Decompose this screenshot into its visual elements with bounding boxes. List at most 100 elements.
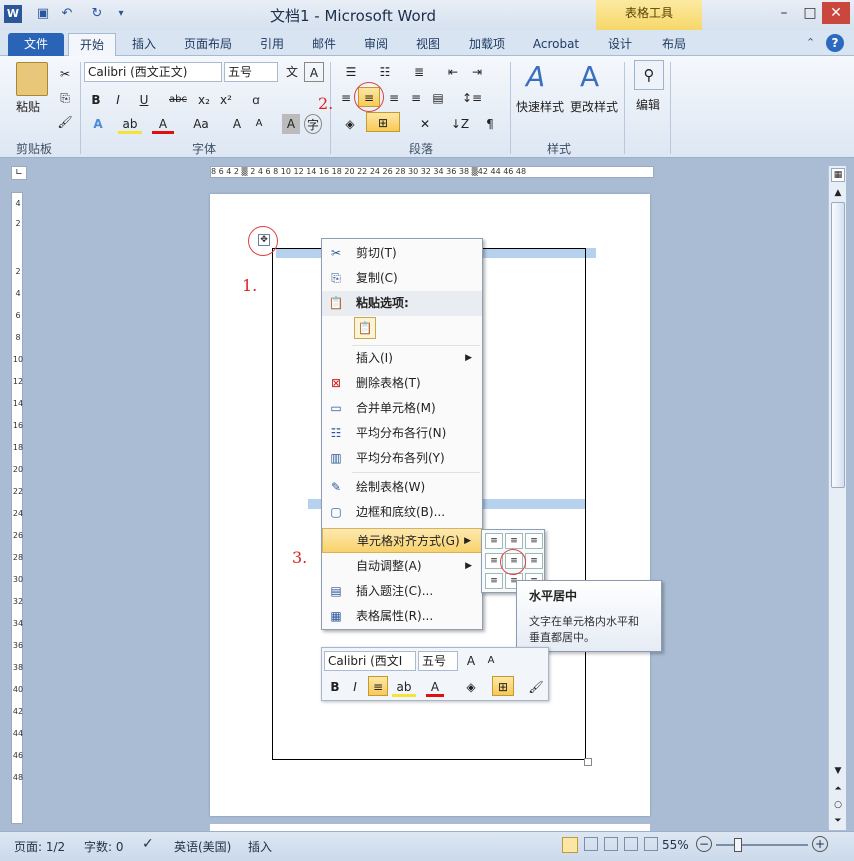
strikethrough-icon[interactable]: abc — [166, 90, 190, 110]
phonetic-guide-icon[interactable]: 文 — [282, 62, 302, 82]
menu-item-insert[interactable]: 插入(I) ▶ — [322, 346, 482, 371]
char-shading-icon[interactable]: A — [282, 114, 300, 134]
undo-icon[interactable]: ↶ — [58, 5, 76, 23]
change-styles-icon[interactable]: A — [580, 60, 599, 93]
increase-indent-icon[interactable]: ⇥ — [466, 62, 488, 82]
mini-borders-icon[interactable]: ⊞ — [492, 676, 514, 696]
chinese-layout-icon[interactable]: ✕ — [410, 114, 440, 134]
enclose-char-icon[interactable]: 字 — [304, 114, 322, 134]
paste-button-label[interactable]: 粘贴 — [16, 98, 40, 115]
outline-view-icon[interactable] — [624, 837, 638, 851]
numbering-icon[interactable]: ☷ — [370, 62, 400, 82]
full-screen-view-icon[interactable] — [584, 837, 598, 851]
subscript-icon[interactable]: x₂ — [194, 90, 214, 110]
menu-item-distribute-cols[interactable]: ▥ 平均分布各列(Y) — [322, 446, 482, 471]
table-resize-handle[interactable] — [584, 758, 592, 766]
menu-item-table-properties[interactable]: ▦ 表格属性(R)... — [322, 604, 482, 629]
page-count[interactable]: 页面: 1/2 — [14, 838, 65, 855]
cut-icon[interactable]: ✂ — [56, 64, 74, 84]
tab-acrobat[interactable]: Acrobat — [526, 33, 586, 56]
proofing-icon[interactable]: ✓ — [142, 836, 154, 852]
distributed-icon[interactable]: ▤ — [428, 88, 448, 108]
decrease-indent-icon[interactable]: ⇤ — [442, 62, 464, 82]
mini-center-icon[interactable]: ≡ — [368, 676, 388, 696]
next-page-icon[interactable]: ⏷ — [831, 814, 845, 828]
customize-qat-icon[interactable]: ▾ — [112, 5, 130, 23]
help-icon[interactable]: ? — [826, 34, 844, 52]
tab-design[interactable]: 设计 — [598, 33, 642, 56]
close-icon[interactable]: ✕ — [822, 2, 850, 24]
mini-bold-icon[interactable]: B — [326, 677, 344, 697]
zoom-in-icon[interactable]: + — [812, 836, 828, 852]
tab-layout[interactable]: 布局 — [652, 33, 696, 56]
menu-item-insert-caption[interactable]: ▤ 插入题注(C)... — [322, 579, 482, 604]
draft-view-icon[interactable] — [644, 837, 658, 851]
format-painter-icon[interactable]: 🖌 — [56, 112, 74, 132]
tab-selector[interactable]: ∟ — [11, 166, 27, 180]
shrink-font-icon[interactable]: A — [250, 114, 268, 134]
shading-icon[interactable]: ◈ — [336, 114, 364, 134]
tab-home[interactable]: 开始 — [68, 33, 116, 56]
minimize-ribbon-icon[interactable]: ⌃ — [806, 36, 815, 49]
change-case-icon[interactable]: Aa — [188, 114, 214, 134]
redo-icon[interactable]: ↻ — [88, 5, 106, 23]
scroll-thumb[interactable] — [831, 202, 845, 488]
tab-view[interactable]: 视图 — [408, 33, 448, 56]
prev-page-icon[interactable]: ⏶ — [831, 782, 845, 796]
mini-font-color-icon[interactable]: A — [426, 677, 444, 697]
editing-label[interactable]: 编辑 — [636, 96, 660, 113]
maximize-icon[interactable]: □ — [798, 2, 822, 24]
scroll-up-icon[interactable]: ▲ — [831, 186, 845, 200]
mini-format-painter-icon[interactable]: 🖌 — [526, 677, 546, 697]
align-middle-right-icon[interactable]: ≡ — [525, 553, 543, 569]
browse-object-icon[interactable]: ○ — [831, 798, 845, 812]
align-bottom-left-icon[interactable]: ≡ — [485, 573, 503, 589]
show-marks-icon[interactable]: ¶ — [480, 114, 500, 134]
sort-icon[interactable]: ↓Z — [450, 114, 470, 134]
menu-item-draw-table[interactable]: ✎ 绘制表格(W) — [322, 475, 482, 500]
grow-font-icon[interactable]: A — [228, 114, 246, 134]
quick-styles-icon[interactable]: A — [526, 60, 545, 93]
paste-keep-format-icon[interactable]: 📋 — [354, 317, 376, 339]
zoom-slider-thumb[interactable] — [734, 838, 742, 852]
word-app-icon[interactable]: W — [4, 5, 22, 23]
font-color-icon[interactable]: A — [152, 114, 174, 134]
align-left-icon[interactable]: ≡ — [336, 88, 356, 108]
tab-mailings[interactable]: 邮件 — [304, 33, 344, 56]
tab-insert[interactable]: 插入 — [124, 33, 164, 56]
menu-item-merge-cells[interactable]: ▭ 合并单元格(M) — [322, 396, 482, 421]
tab-addins[interactable]: 加载项 — [460, 33, 514, 56]
web-view-icon[interactable] — [604, 837, 618, 851]
scroll-down-icon[interactable]: ▼ — [831, 764, 845, 778]
align-top-left-icon[interactable]: ≡ — [485, 533, 503, 549]
font-name-dropdown[interactable]: Calibri (西文正文) — [84, 62, 222, 82]
mini-italic-icon[interactable]: I — [346, 677, 364, 697]
vertical-scrollbar[interactable]: ▦ ▲ ▼ ⏶ ○ ⏷ — [828, 166, 846, 830]
menu-item-borders[interactable]: ▢ 边框和底纹(B)... — [322, 500, 482, 525]
print-layout-view-icon[interactable] — [562, 837, 578, 853]
menu-item-autofit[interactable]: 自动调整(A) ▶ — [322, 554, 482, 579]
font-size-dropdown[interactable]: 五号 — [224, 62, 278, 82]
menu-item-delete-table[interactable]: ⊠ 删除表格(T) — [322, 371, 482, 396]
tab-review[interactable]: 审阅 — [356, 33, 396, 56]
text-effects-icon[interactable]: A — [86, 114, 110, 134]
menu-item-cut[interactable]: ✂ 剪切(T) — [322, 241, 482, 266]
clear-formatting-icon[interactable]: ꭤ — [244, 90, 268, 110]
minimize-icon[interactable]: – — [772, 2, 796, 24]
superscript-icon[interactable]: x² — [216, 90, 236, 110]
change-styles-label[interactable]: 更改样式 — [570, 98, 618, 115]
tab-page-layout[interactable]: 页面布局 — [176, 33, 240, 56]
tab-references[interactable]: 引用 — [252, 33, 292, 56]
paste-icon[interactable] — [16, 62, 48, 96]
insert-mode[interactable]: 插入 — [248, 838, 272, 855]
language[interactable]: 英语(美国) — [174, 838, 231, 855]
highlight-icon[interactable]: ab — [118, 114, 142, 134]
mini-font-name-dropdown[interactable]: Calibri (西文I — [324, 651, 416, 671]
mini-shrink-font-icon[interactable]: A — [482, 651, 500, 671]
bold-icon[interactable]: B — [86, 90, 106, 110]
ruler-toggle-icon[interactable]: ▦ — [831, 168, 845, 182]
tab-file[interactable]: 文件 — [8, 33, 64, 56]
mini-font-size-dropdown[interactable]: 五号 — [418, 651, 458, 671]
underline-icon[interactable]: U — [134, 90, 154, 110]
vertical-ruler[interactable]: 4 2 2 4 6 8 10 12 14 16 18 20 22 24 26 2… — [11, 192, 23, 824]
